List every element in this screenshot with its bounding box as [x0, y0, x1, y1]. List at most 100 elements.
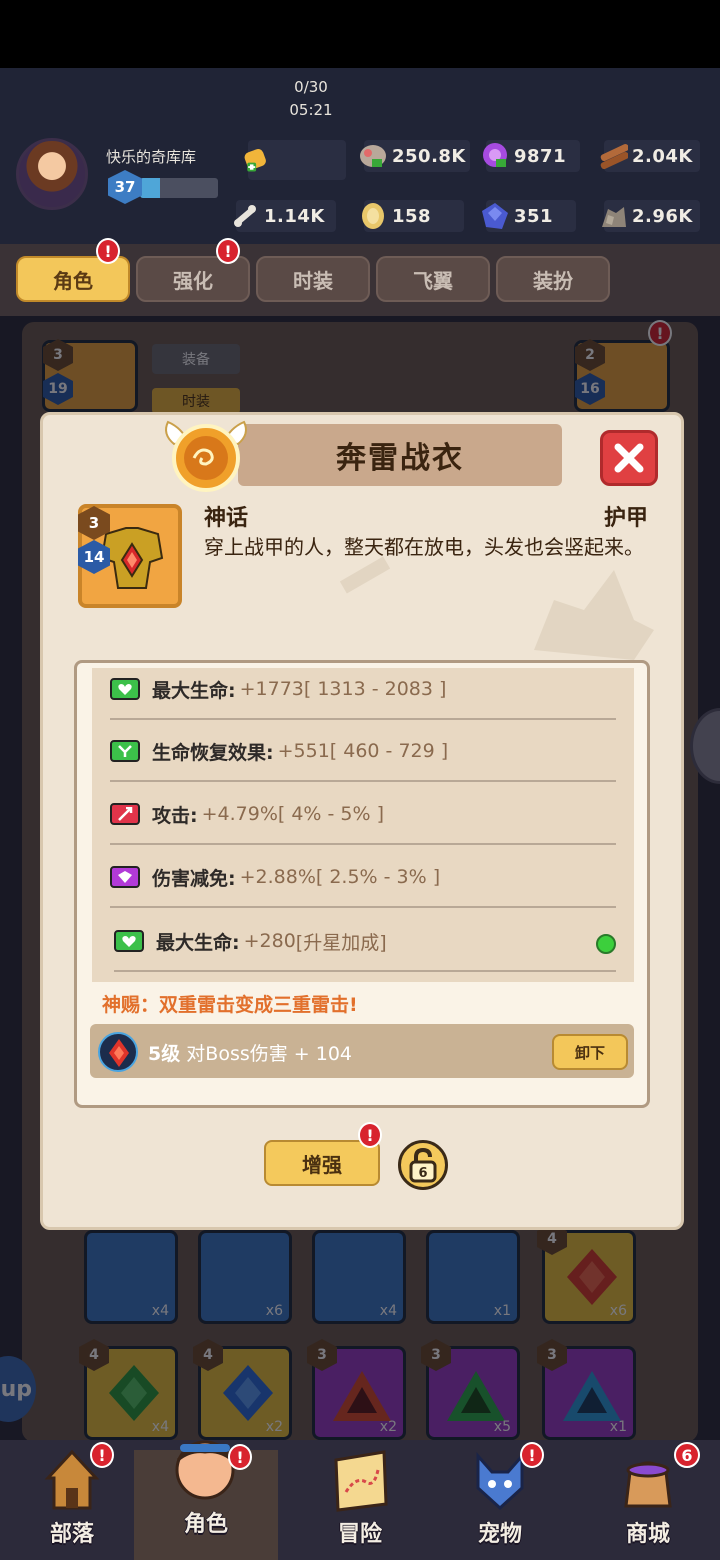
stat-label: 最大生命: [156, 931, 240, 954]
nav-character-alert-icon: ! [228, 1444, 252, 1470]
stat-label: 攻击: [152, 804, 198, 827]
energy-text: 0/30 05:21 [276, 76, 346, 122]
stat-row: 生命恢复效果: +551 [ 460 - 729 ] [110, 722, 616, 782]
bone-icon [230, 201, 260, 231]
unload-gem-button[interactable]: 卸下 [552, 1034, 628, 1070]
gem-socket-icon [98, 1032, 138, 1072]
stone-value: 250.8K [392, 145, 466, 167]
orb-icon [480, 141, 510, 171]
stat-range: [升星加成] [295, 931, 387, 954]
stat-value: +280 [243, 930, 296, 952]
stat-value: +1773 [239, 678, 304, 700]
map-icon [334, 1450, 388, 1512]
player-avatar[interactable] [16, 138, 88, 210]
item-description: 穿上战甲的人，整天都在放电，头发也会竖起来。 [204, 535, 644, 559]
nav-pet[interactable]: 宠物 ! [428, 1440, 572, 1560]
nav-label: 部落 [49, 1522, 94, 1547]
wood-resource[interactable]: 2.04K [600, 140, 700, 172]
stat-value: +4.79% [201, 803, 278, 825]
stat-label: 最大生命: [152, 679, 236, 702]
stat-value: +551 [277, 740, 330, 762]
crystal-value: 351 [514, 205, 554, 227]
egg-value: 158 [392, 205, 432, 227]
shield-icon [110, 866, 140, 888]
nav-label: 商城 [625, 1522, 670, 1547]
nav-character[interactable]: 角色 ! [134, 1440, 278, 1560]
tab-fashion[interactable]: 时装 [256, 256, 370, 302]
nav-shop[interactable]: 商城 6 [576, 1440, 720, 1560]
stat-row: 伤害减免: +2.88% [ 2.5% - 3% ] [110, 848, 616, 908]
orb-resource[interactable]: 9871 [483, 140, 580, 172]
nav-label: 冒险 [337, 1522, 382, 1547]
enhance-alert-icon: ! [358, 1122, 382, 1148]
tab-character-alert-icon: ! [96, 238, 120, 264]
xp-fill [140, 178, 160, 198]
tab-wings[interactable]: 飞翼 [376, 256, 490, 302]
lock-number: 6 [418, 1166, 427, 1181]
nav-tribe-alert-icon: ! [90, 1442, 114, 1468]
ore-resource[interactable]: 2.96K [602, 200, 700, 232]
gem-effect-text: 对Boss伤害 + 104 [186, 1043, 353, 1065]
modal-watermark-icon [534, 570, 654, 660]
energy-count: 0/30 [294, 78, 328, 96]
crystal-resource[interactable]: 351 [482, 200, 576, 232]
stat-label: 伤害减免: [152, 867, 236, 890]
tab-dressup[interactable]: 装扮 [496, 256, 610, 302]
item-rarity: 神话 [204, 506, 249, 531]
item-type: 护甲 [604, 506, 649, 531]
stone-resource[interactable]: 250.8K [360, 140, 470, 172]
egg-resource[interactable]: 158 [362, 200, 464, 232]
tab-character[interactable]: 角色 [16, 256, 130, 302]
lock-icon: 6 [409, 1147, 437, 1183]
ore-value: 2.96K [632, 205, 693, 227]
stat-range: [ 2.5% - 3% ] [315, 866, 441, 888]
close-button[interactable] [600, 430, 658, 486]
close-icon [614, 443, 644, 473]
nav-shop-badge: 6 [674, 1442, 700, 1468]
orb-value: 9871 [514, 145, 567, 167]
heart-icon [110, 678, 140, 700]
gem-effect: 5级 对Boss伤害 + 104 [148, 1039, 352, 1066]
tab-enhance-alert-icon: ! [216, 238, 240, 264]
mythic-medal-icon [165, 420, 247, 492]
attack-icon [110, 803, 140, 825]
nav-adventure[interactable]: 冒险 [288, 1440, 432, 1560]
nav-label: 宠物 [477, 1522, 522, 1547]
xp-bar [140, 178, 218, 198]
stat-range: [ 1313 - 2083 ] [303, 678, 447, 700]
ore-icon [598, 201, 628, 231]
stat-label: 生命恢复效果: [152, 741, 274, 764]
stat-value: +2.88% [239, 866, 316, 888]
regen-icon [110, 740, 140, 762]
egg-icon [358, 201, 388, 231]
player-level: 37 [108, 170, 142, 204]
stat-row: 最大生命: +1773 [ 1313 - 2083 ] [110, 660, 616, 720]
status-bar [0, 0, 720, 68]
gem-level: 5级 [148, 1043, 181, 1065]
wood-value: 2.04K [632, 145, 693, 167]
stat-row: 攻击: +4.79% [ 4% - 5% ] [110, 785, 616, 845]
nav-tribe[interactable]: 部落 ! [0, 1440, 144, 1560]
energy-timer: 05:21 [289, 101, 333, 119]
bone-value: 1.14K [264, 205, 325, 227]
nav-pet-alert-icon: ! [520, 1442, 544, 1468]
bone-resource[interactable]: 1.14K [234, 200, 336, 232]
energy-icon [242, 145, 272, 175]
heart-icon [114, 930, 144, 952]
stat-range: [ 4% - 5% ] [277, 803, 385, 825]
nav-label: 角色 [183, 1512, 228, 1537]
player-name: 快乐的奇库库 [106, 148, 197, 166]
wood-icon [598, 141, 628, 171]
shop-bag-icon [624, 1461, 672, 1508]
crystal-icon [480, 201, 510, 231]
tab-enhance[interactable]: 强化 [136, 256, 250, 302]
active-indicator-icon [596, 934, 616, 954]
item-name: 奔雷战衣 [336, 441, 464, 476]
divine-bonus-text: 神赐：双重雷击变成三重雷击! [102, 994, 358, 1016]
stone-icon [358, 141, 388, 171]
stat-range: [ 460 - 729 ] [329, 740, 449, 762]
energy-resource[interactable] [244, 140, 346, 180]
enhance-button[interactable]: 增强 [264, 1140, 380, 1186]
lock-button[interactable]: 6 [398, 1140, 448, 1190]
character-icon [175, 1440, 235, 1500]
